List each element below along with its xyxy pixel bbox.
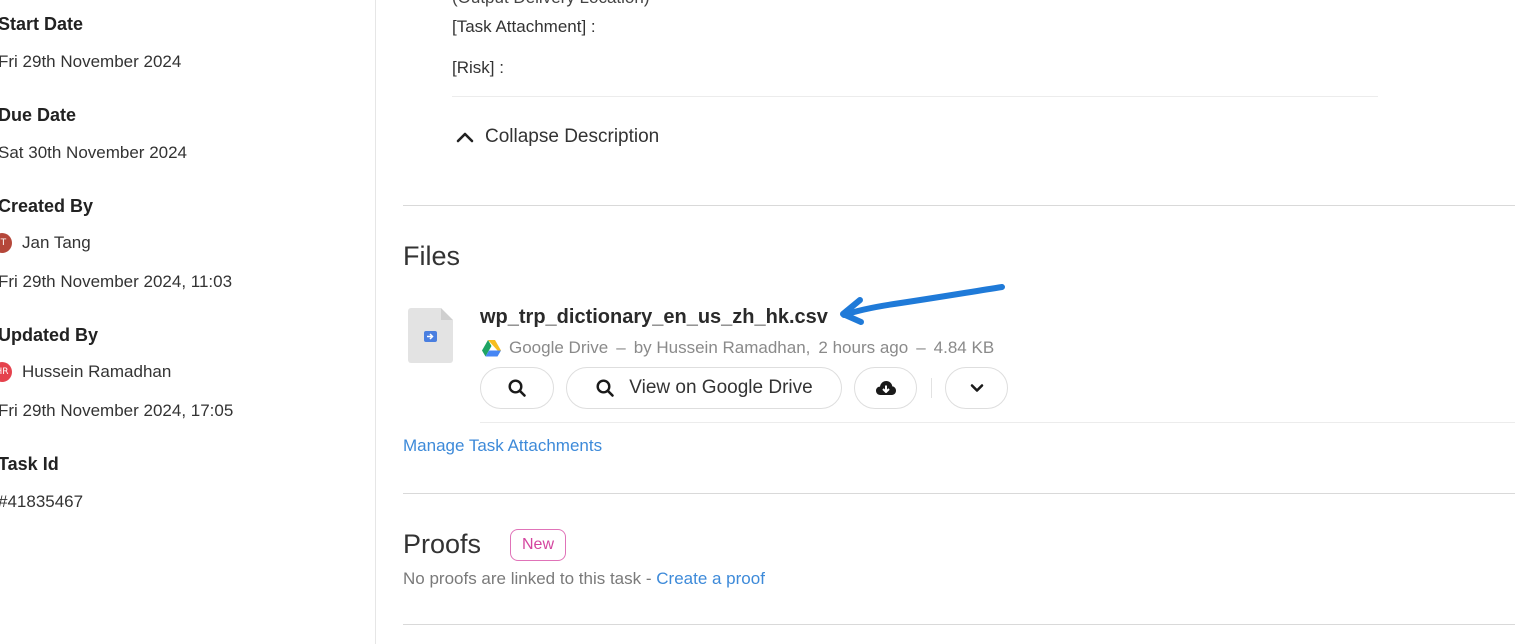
section-divider [403, 624, 1515, 625]
section-divider [403, 493, 1515, 494]
updated-by-date: Fri 29th November 2024, 17:05 [0, 401, 234, 420]
chevron-up-icon [456, 132, 474, 143]
view-on-google-drive-button[interactable]: View on Google Drive [566, 367, 842, 409]
due-date-label: Due Date [0, 105, 77, 125]
search-icon [508, 379, 526, 397]
proofs-title: Proofs [403, 529, 482, 559]
view-on-google-drive-label: View on Google Drive [629, 377, 813, 398]
file-meta: Google Drive – by Hussein Ramadhan, 2 ho… [482, 338, 994, 358]
collapse-description-label: Collapse Description [485, 126, 660, 147]
proofs-empty-message: No proofs are linked to this task - [403, 569, 652, 588]
created-by-label: Created By [0, 196, 94, 216]
description-cut-line: (Output Delivery Location) [452, 0, 649, 8]
search-icon [596, 379, 615, 397]
description-divider [452, 96, 1378, 97]
files-title: Files [403, 241, 461, 271]
file-size: 4.84 KB [933, 338, 995, 357]
updated-by-label: Updated By [0, 325, 99, 345]
preview-file-button[interactable] [480, 367, 554, 409]
cloud-download-icon [875, 381, 896, 395]
created-by-name: Jan Tang [22, 233, 91, 252]
proofs-empty-text: No proofs are linked to this task - Crea… [403, 569, 765, 589]
file-time: 2 hours ago [818, 338, 909, 357]
file-name-link[interactable]: wp_trp_dictionary_en_us_zh_hk.csv [480, 306, 828, 329]
task-id-label: Task Id [0, 454, 59, 474]
page-fold [441, 308, 453, 320]
task-meta-sidebar: Start Date Fri 29th November 2024 Due Da… [0, 0, 376, 644]
google-drive-file-icon [424, 331, 437, 342]
avatar: JT [0, 233, 12, 253]
more-options-button[interactable] [945, 367, 1008, 409]
file-thumbnail[interactable] [408, 308, 453, 363]
description-task-attachment: [Task Attachment] : [452, 17, 596, 36]
create-proof-link[interactable]: Create a proof [656, 569, 765, 588]
due-date-value: Sat 30th November 2024 [0, 143, 188, 162]
updated-by-user[interactable]: HR Hussein Ramadhan [0, 362, 171, 382]
task-id-value: #41835467 [0, 492, 84, 511]
meta-separator: – [916, 338, 926, 357]
created-by-date: Fri 29th November 2024, 11:03 [0, 272, 233, 291]
task-detail-page: Start Date Fri 29th November 2024 Due Da… [0, 0, 1534, 644]
google-drive-icon [482, 339, 501, 356]
start-date-value: Fri 29th November 2024 [0, 52, 182, 71]
section-divider [403, 205, 1515, 206]
download-button[interactable] [854, 367, 917, 409]
file-row-divider [480, 422, 1515, 423]
avatar: HR [0, 362, 12, 382]
new-badge: New [510, 529, 567, 561]
file-owner: by Hussein Ramadhan, [633, 338, 811, 357]
annotation-arrow-icon [840, 284, 1005, 325]
file-source: Google Drive [509, 338, 609, 357]
manage-task-attachments-link[interactable]: Manage Task Attachments [403, 436, 602, 456]
description-risk: [Risk] : [452, 58, 504, 77]
button-divider [931, 378, 932, 398]
meta-separator: – [616, 338, 626, 357]
start-date-label: Start Date [0, 14, 84, 34]
chevron-down-icon [970, 384, 983, 392]
created-by-user[interactable]: JT Jan Tang [0, 233, 91, 253]
updated-by-name: Hussein Ramadhan [22, 362, 172, 381]
collapse-description-button[interactable]: Collapse Description [455, 126, 659, 148]
